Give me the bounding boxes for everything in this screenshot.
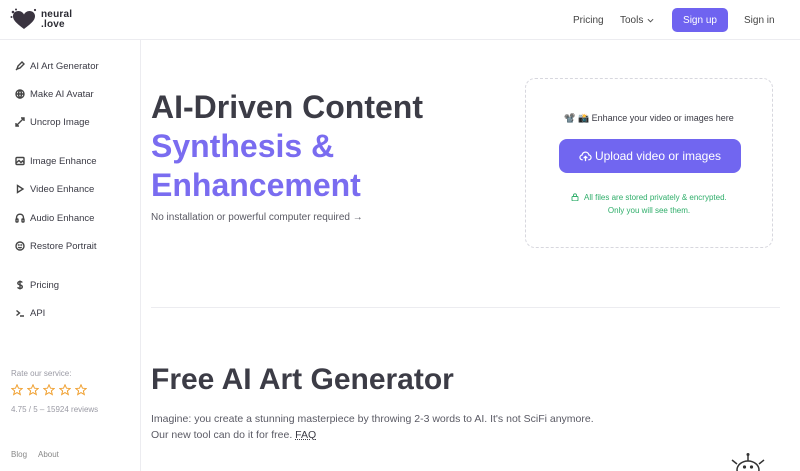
faq-link[interactable]: FAQ bbox=[295, 429, 316, 441]
sidebar-item-uncrop-image[interactable]: Uncrop Image bbox=[15, 115, 90, 129]
sidebar-item-label: Restore Portrait bbox=[30, 240, 97, 252]
logo-text: neural .love bbox=[41, 10, 72, 30]
sidebar-item-image-enhance[interactable]: Image Enhance bbox=[15, 154, 97, 168]
section-description: Imagine: you create a stunning masterpie… bbox=[151, 411, 671, 443]
sidebar-item-make-ai-avatar[interactable]: Make AI Avatar bbox=[15, 87, 94, 101]
sidebar-item-api[interactable]: API bbox=[15, 306, 45, 320]
nav-tools-dropdown[interactable]: Tools bbox=[620, 15, 654, 26]
rating-stars bbox=[11, 384, 91, 396]
hero-title: AI-Driven Content Synthesis & Enhancemen… bbox=[151, 88, 423, 205]
privacy-note: All files are stored privately & encrypt… bbox=[526, 191, 772, 217]
terminal-icon bbox=[16, 309, 24, 317]
nav-pricing-link[interactable]: Pricing bbox=[573, 15, 604, 26]
expand-icon bbox=[15, 117, 25, 127]
cloud-upload-icon bbox=[579, 151, 592, 161]
hero-subtitle-link[interactable]: No installation or powerful computer req… bbox=[151, 212, 363, 223]
dollar-icon bbox=[16, 280, 24, 290]
logo-line-2: .love bbox=[41, 19, 65, 30]
star-icon[interactable] bbox=[11, 384, 23, 396]
upload-dropzone[interactable]: 📽️ 📸 Enhance your video or images here U… bbox=[525, 78, 773, 248]
logo[interactable]: neural .love bbox=[10, 8, 72, 32]
sidebar-item-restore-portrait[interactable]: Restore Portrait bbox=[15, 239, 97, 253]
top-bar: neural .love Pricing Tools Sign up Sign … bbox=[0, 0, 800, 40]
rate-title: Rate our service: bbox=[11, 369, 72, 378]
signup-button[interactable]: Sign up bbox=[672, 8, 728, 32]
sidebar: AI Art Generator Make AI Avatar Uncrop I… bbox=[0, 40, 141, 471]
star-icon[interactable] bbox=[43, 384, 55, 396]
sidebar-item-label: API bbox=[30, 307, 46, 319]
sidebar-item-label: Video Enhance bbox=[30, 183, 95, 195]
star-icon[interactable] bbox=[27, 384, 39, 396]
section-divider bbox=[151, 307, 780, 308]
sidebar-item-video-enhance[interactable]: Video Enhance bbox=[15, 182, 94, 196]
hero-title-line-1: AI-Driven Content bbox=[151, 89, 423, 125]
upload-hint: 📽️ 📸 Enhance your video or images here bbox=[564, 113, 734, 123]
rating-summary: 4.75 / 5 – 15924 reviews bbox=[11, 405, 99, 414]
footer-about-link[interactable]: About bbox=[38, 450, 59, 459]
hero-title-line-2: Synthesis & bbox=[151, 128, 335, 164]
footer-blog-link[interactable]: Blog bbox=[11, 450, 27, 459]
sidebar-item-pricing[interactable]: Pricing bbox=[15, 278, 59, 292]
sidebar-item-label: AI Art Generator bbox=[30, 60, 99, 72]
star-icon[interactable] bbox=[59, 384, 71, 396]
heart-logo-icon bbox=[10, 8, 37, 29]
sidebar-item-audio-enhance[interactable]: Audio Enhance bbox=[15, 211, 94, 225]
headphones-icon bbox=[15, 213, 25, 223]
section-text-line-2-wrap: Our new tool can do it for free. FAQ bbox=[151, 427, 671, 443]
section-text-line-2: Our new tool can do it for free. bbox=[151, 429, 293, 441]
sidebar-item-label: Make AI Avatar bbox=[30, 88, 94, 100]
sidebar-item-label: Audio Enhance bbox=[30, 212, 95, 224]
signin-link[interactable]: Sign in bbox=[744, 15, 775, 26]
section-text-line-1: Imagine: you create a stunning masterpie… bbox=[151, 413, 594, 425]
section-title: Free AI Art Generator bbox=[151, 363, 454, 396]
upload-button-label: Upload video or images bbox=[594, 149, 722, 163]
upload-button[interactable]: Upload video or images bbox=[559, 139, 741, 173]
privacy-line-1: All files are stored privately & encrypt… bbox=[584, 193, 727, 202]
lock-icon bbox=[571, 193, 579, 202]
sidebar-item-ai-art-generator[interactable]: AI Art Generator bbox=[15, 59, 99, 73]
star-icon[interactable] bbox=[75, 384, 87, 396]
image-icon bbox=[15, 156, 25, 166]
pen-icon bbox=[15, 61, 25, 71]
chevron-down-icon bbox=[647, 18, 654, 23]
nav-tools-label: Tools bbox=[620, 15, 644, 26]
hero-title-line-3: Enhancement bbox=[151, 167, 361, 203]
play-icon bbox=[16, 184, 25, 194]
sidebar-item-label: Pricing bbox=[30, 279, 60, 291]
privacy-line-2: Only you will see them. bbox=[607, 206, 691, 215]
mascot-icon bbox=[731, 453, 765, 471]
globe-icon bbox=[15, 89, 25, 99]
smile-icon bbox=[15, 241, 25, 251]
sidebar-item-label: Uncrop Image bbox=[30, 116, 90, 128]
sidebar-item-label: Image Enhance bbox=[30, 155, 97, 167]
